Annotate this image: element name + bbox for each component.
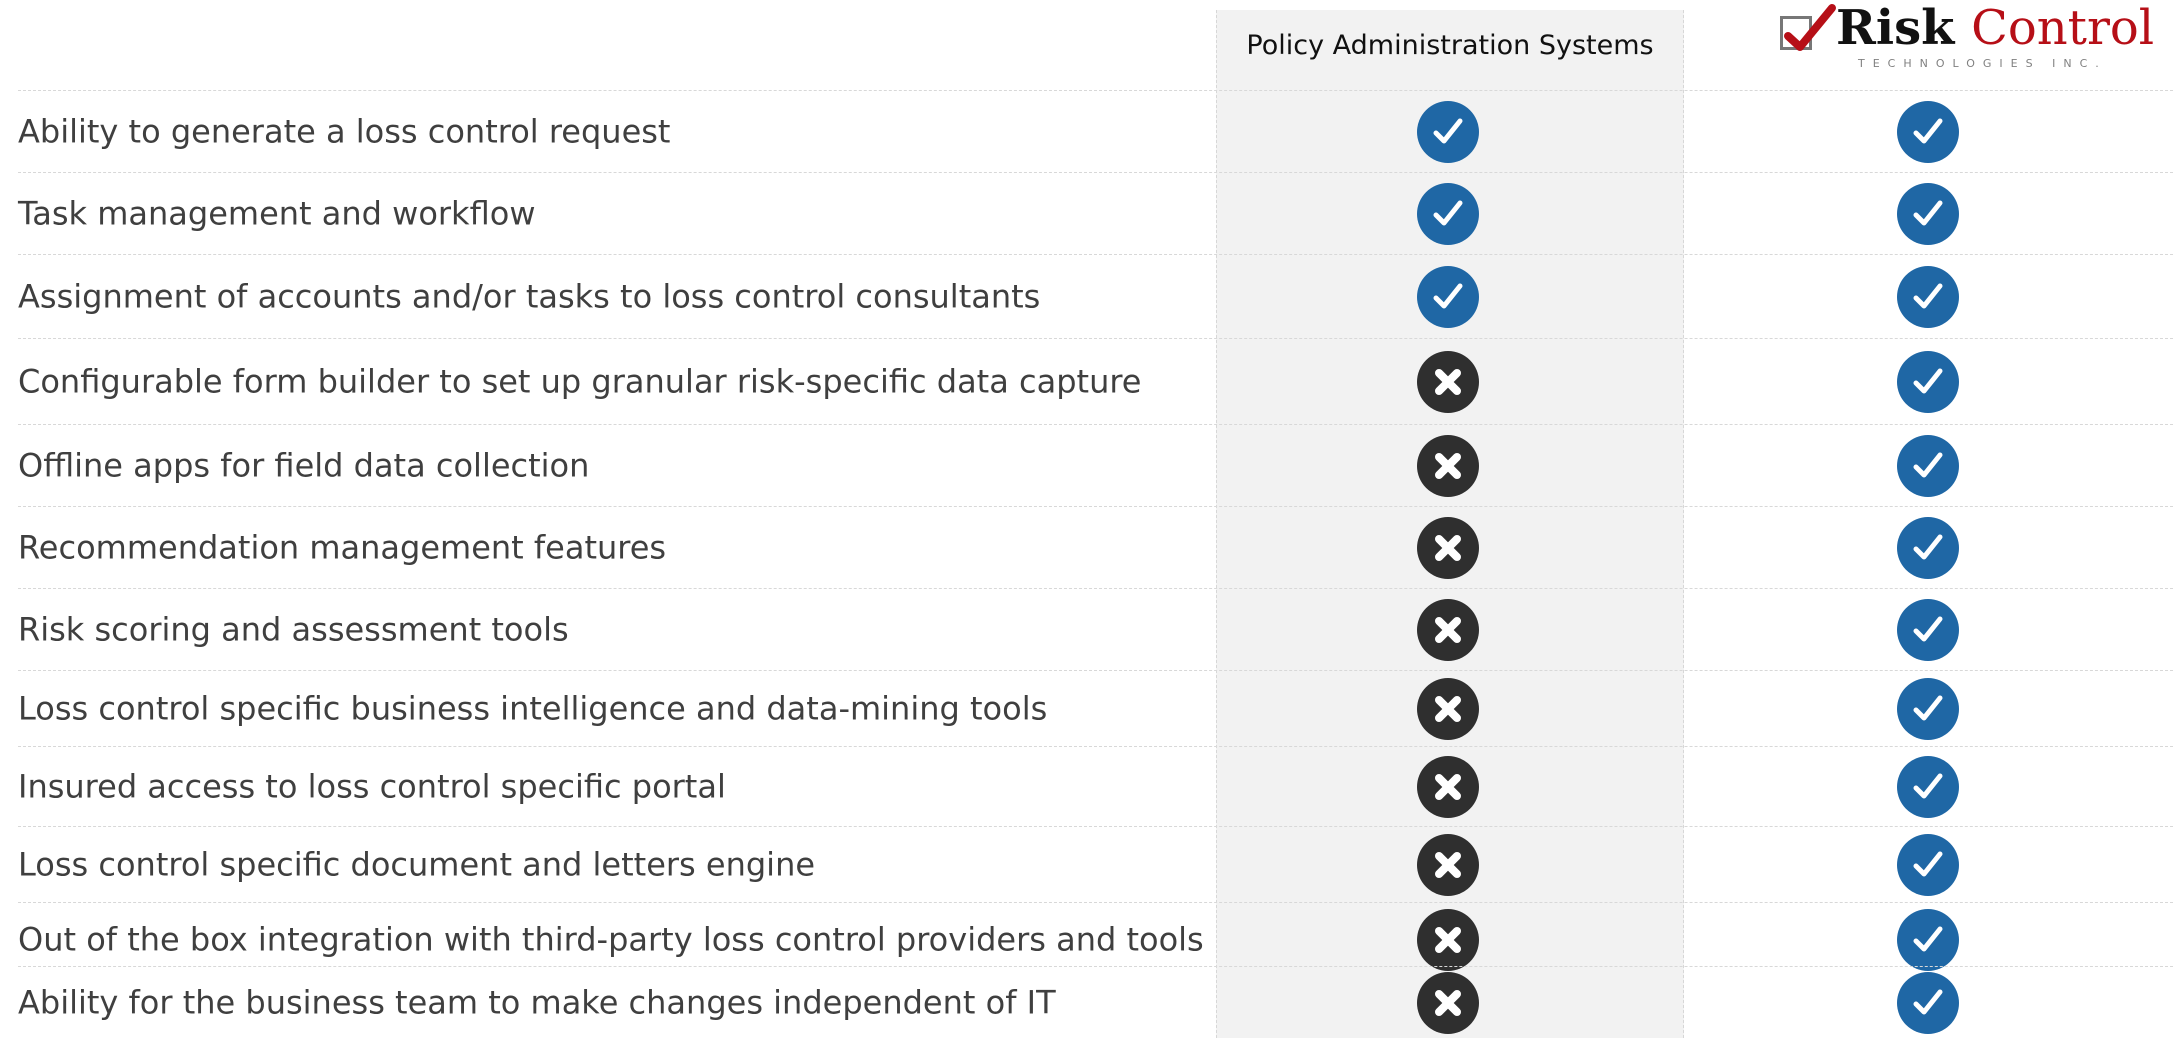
check-icon <box>1433 118 1463 143</box>
x-icon <box>1435 452 1461 479</box>
policy-admin-header-label: Policy Administration Systems <box>1246 29 1654 61</box>
logo-wordmark-control: Control <box>1971 0 2155 56</box>
risk-control-check-icon <box>1897 182 1959 245</box>
check-icon <box>1913 368 1943 393</box>
feature-label: Offline apps for field data collection <box>18 445 590 484</box>
comparison-row: Out of the box integration with third-pa… <box>18 902 2173 976</box>
policy-admin-x-icon <box>1417 434 1479 497</box>
comparison-row: Task management and workflow <box>18 172 2173 254</box>
x-icon <box>1435 695 1461 722</box>
feature-label: Task management and workflow <box>18 193 536 232</box>
policy-admin-x-icon <box>1417 350 1479 413</box>
check-icon <box>1913 118 1943 143</box>
risk-control-logo: Risk Control TECHNOLOGIES INC. <box>1684 0 2173 80</box>
risk-control-check-icon <box>1897 908 1959 971</box>
comparison-row: Loss control specific document and lette… <box>18 826 2173 902</box>
x-icon <box>1435 989 1461 1016</box>
policy-admin-check-icon <box>1417 100 1479 163</box>
comparison-row: Loss control specific business intellige… <box>18 670 2173 746</box>
feature-label: Loss control specific document and lette… <box>18 844 816 883</box>
comparison-row: Configurable form builder to set up gran… <box>18 338 2173 424</box>
policy-admin-x-icon <box>1417 833 1479 896</box>
check-icon <box>1433 283 1463 308</box>
feature-label: Configurable form builder to set up gran… <box>18 361 1142 400</box>
feature-label: Out of the box integration with third-pa… <box>18 919 1204 958</box>
policy-admin-x-icon <box>1417 971 1479 1034</box>
check-icon <box>1913 452 1943 477</box>
x-icon <box>1435 851 1461 878</box>
feature-label: Ability to generate a loss control reque… <box>18 111 671 150</box>
check-icon <box>1913 616 1943 641</box>
comparison-row: Assignment of accounts and/or tasks to l… <box>18 254 2173 338</box>
logo-subtitle: TECHNOLOGIES INC. <box>1858 57 2107 70</box>
policy-admin-check-icon <box>1417 265 1479 328</box>
comparison-row: Ability to generate a loss control reque… <box>18 90 2173 172</box>
logo-check-icon <box>1784 4 1836 51</box>
feature-label: Assignment of accounts and/or tasks to l… <box>18 276 1041 315</box>
x-icon <box>1435 926 1461 953</box>
check-icon <box>1433 200 1463 225</box>
x-icon <box>1435 773 1461 800</box>
risk-control-check-icon <box>1897 755 1959 818</box>
x-icon <box>1435 534 1461 561</box>
policy-admin-x-icon <box>1417 677 1479 740</box>
check-icon <box>1913 534 1943 559</box>
check-icon <box>1913 283 1943 308</box>
risk-control-check-icon <box>1897 100 1959 163</box>
risk-control-check-icon <box>1897 265 1959 328</box>
policy-admin-x-icon <box>1417 908 1479 971</box>
policy-admin-column-header: Policy Administration Systems <box>1216 10 1684 80</box>
check-icon <box>1913 989 1943 1014</box>
check-icon <box>1913 200 1943 225</box>
policy-admin-x-icon <box>1417 755 1479 818</box>
x-icon <box>1435 616 1461 643</box>
feature-label: Recommendation management features <box>18 527 667 566</box>
logo-wordmark: Risk Control <box>1836 4 2154 52</box>
feature-comparison: Policy Administration Systems Risk Contr… <box>0 0 2173 1038</box>
risk-control-check-icon <box>1897 434 1959 497</box>
policy-admin-x-icon <box>1417 598 1479 661</box>
risk-control-check-icon <box>1897 971 1959 1034</box>
check-icon <box>1913 926 1943 951</box>
logo-wordmark-risk: Risk <box>1836 0 1955 56</box>
risk-control-check-icon <box>1897 677 1959 740</box>
feature-label: Loss control specific business intellige… <box>18 688 1048 727</box>
risk-control-check-icon <box>1897 350 1959 413</box>
comparison-row: Ability for the business team to make ch… <box>18 966 2173 1038</box>
comparison-row: Risk scoring and assessment tools <box>18 588 2173 670</box>
feature-label: Insured access to loss control specific … <box>18 766 726 805</box>
check-icon <box>1913 695 1943 720</box>
feature-label: Risk scoring and assessment tools <box>18 609 569 648</box>
policy-admin-x-icon <box>1417 516 1479 579</box>
comparison-row: Offline apps for field data collection <box>18 424 2173 506</box>
risk-control-check-icon <box>1897 833 1959 896</box>
check-icon <box>1913 773 1943 798</box>
risk-control-check-icon <box>1897 598 1959 661</box>
comparison-row: Insured access to loss control specific … <box>18 746 2173 826</box>
policy-admin-check-icon <box>1417 182 1479 245</box>
feature-label: Ability for the business team to make ch… <box>18 982 1056 1021</box>
check-icon <box>1913 851 1943 876</box>
comparison-row: Recommendation management features <box>18 506 2173 588</box>
risk-control-check-icon <box>1897 516 1959 579</box>
x-icon <box>1435 368 1461 395</box>
